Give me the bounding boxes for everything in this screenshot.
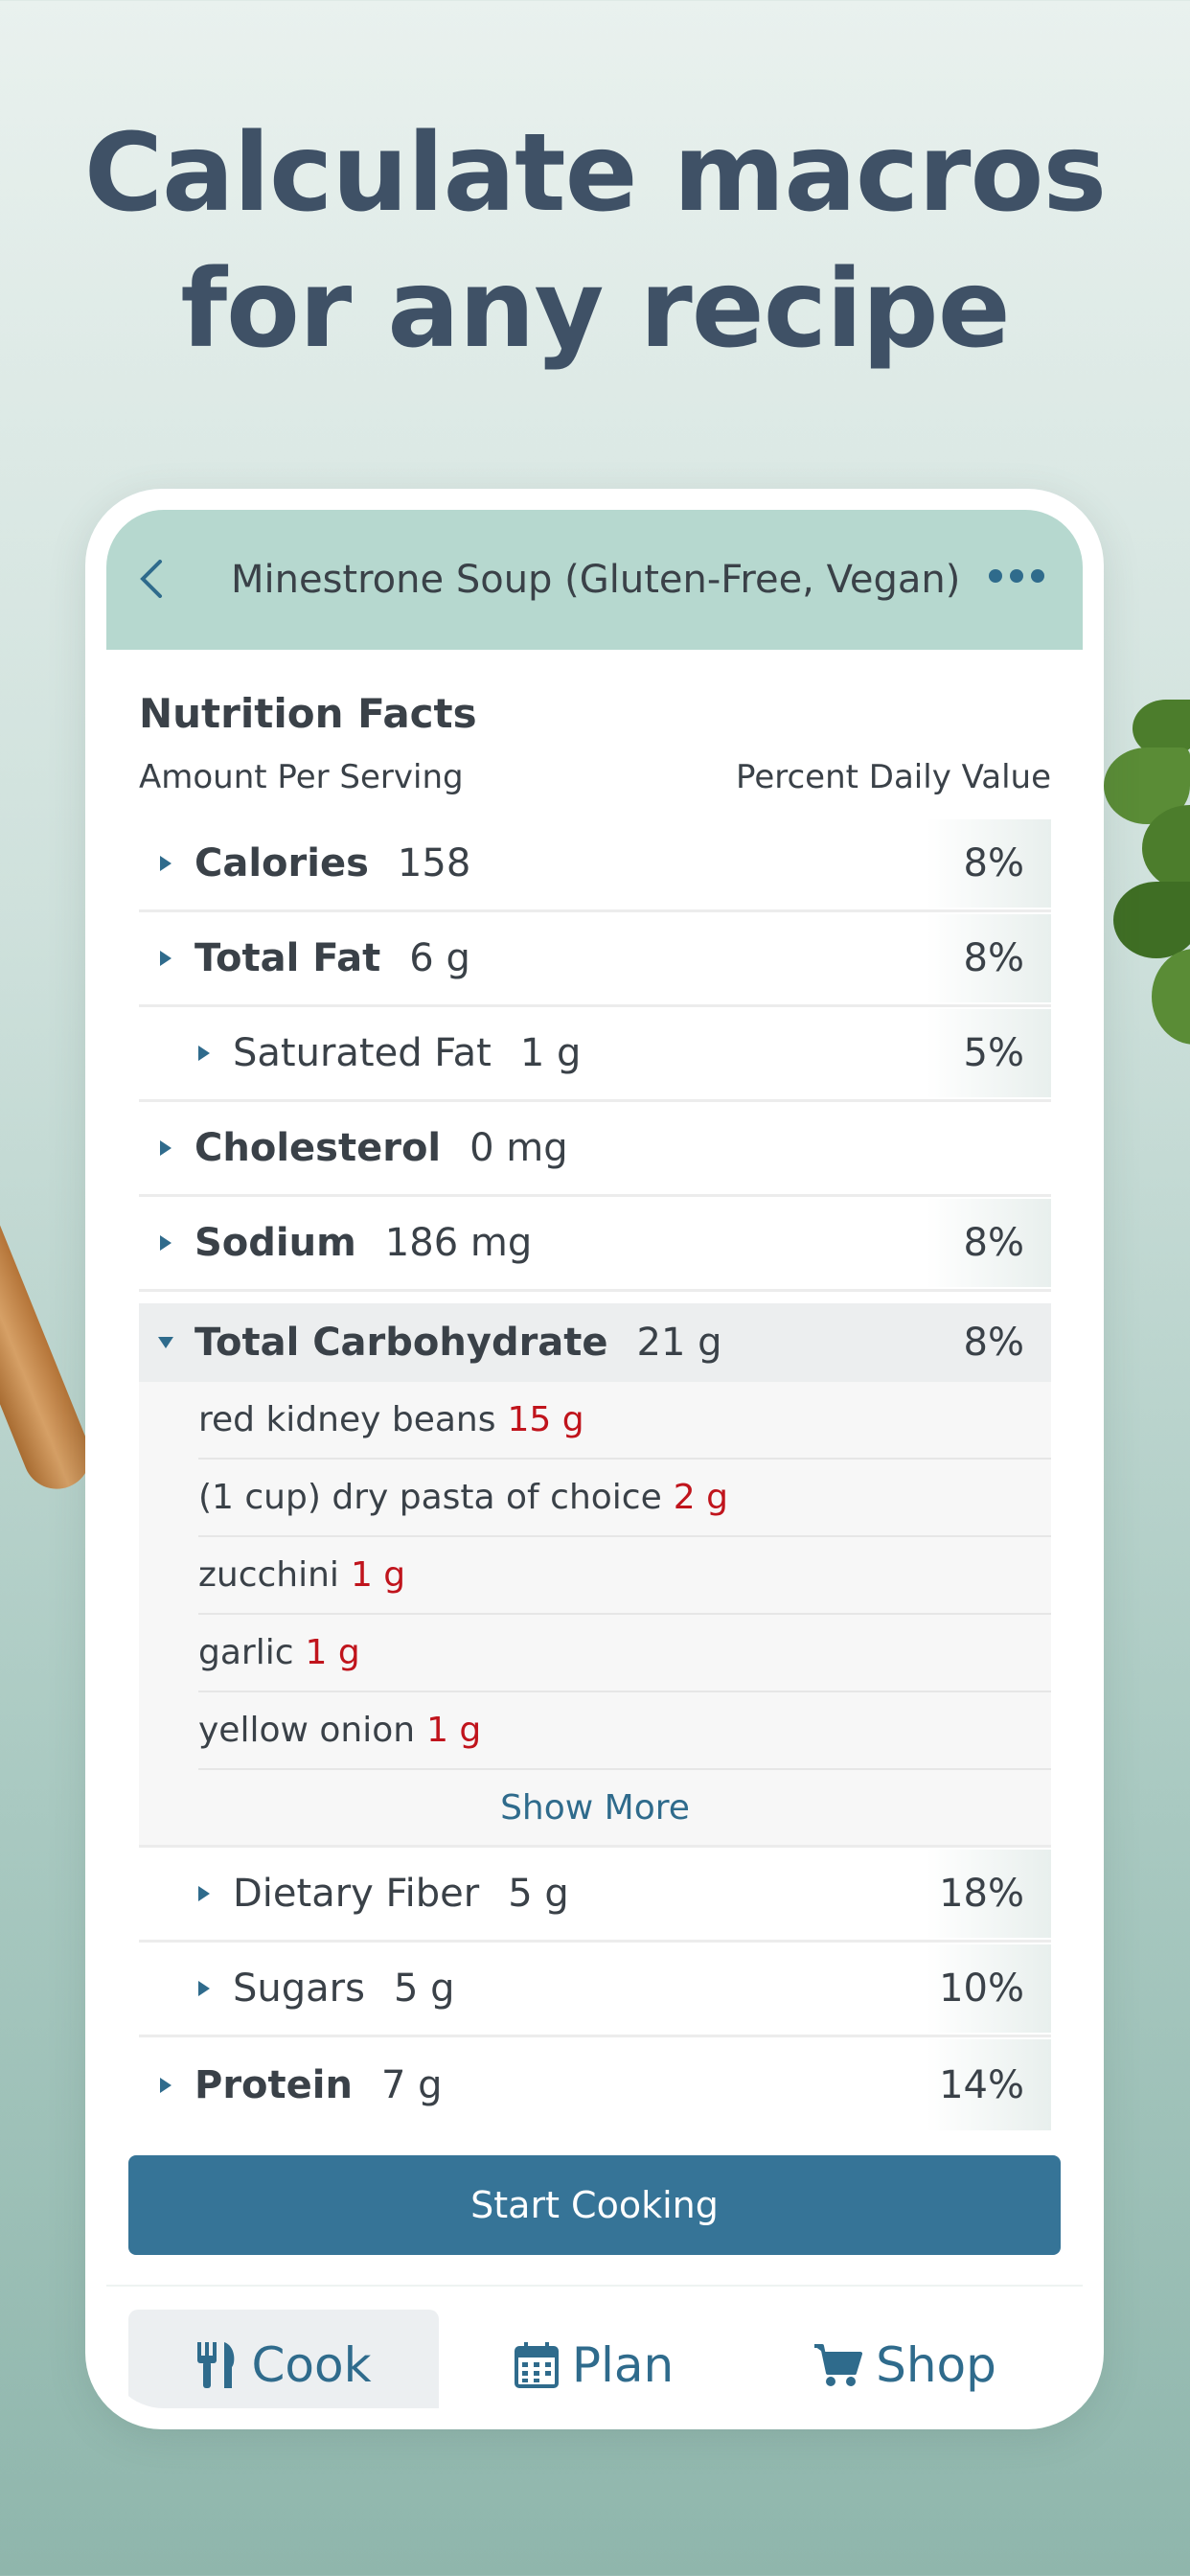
collapse-triangle-icon [158, 1337, 173, 1348]
recipe-title: Minestrone Soup (Gluten-Free, Vegan) [231, 558, 961, 602]
tab-label: Cook [251, 2337, 372, 2393]
ingredient-amount: 2 g [673, 1478, 728, 1517]
nutrient-percent: 10% [939, 1966, 1024, 2011]
nutrient-percent: 5% [963, 1031, 1024, 1075]
app-screen: Minestrone Soup (Gluten-Free, Vegan) Nut… [106, 510, 1083, 2408]
nutrient-row-total-fat[interactable]: Total Fat 6 g 8% [139, 912, 1051, 1007]
nutrient-percent: 8% [963, 936, 1024, 980]
nutrient-percent: 18% [939, 1872, 1024, 1916]
cart-icon [814, 2344, 863, 2386]
nutrient-row-total-carbohydrate[interactable]: Total Carbohydrate 21 g 8% [139, 1303, 1051, 1382]
nutrient-name: Sodium [195, 1221, 356, 1265]
calendar-icon [514, 2342, 559, 2388]
nutrition-subheader: Amount Per Serving Percent Daily Value [139, 758, 1051, 796]
ingredient-item: zucchini 1 g [198, 1537, 1051, 1615]
ingredient-name: yellow onion [198, 1711, 416, 1750]
nutrient-name: Cholesterol [195, 1126, 442, 1170]
ingredient-amount: 1 g [426, 1711, 482, 1750]
nutrition-facts: Nutrition Facts Amount Per Serving Perce… [139, 650, 1051, 2132]
tab-plan[interactable]: Plan [439, 2310, 749, 2408]
nutrient-row-sodium[interactable]: Sodium 186 mg 8% [139, 1197, 1051, 1292]
start-cooking-button[interactable]: Start Cooking [128, 2155, 1061, 2255]
carb-ingredient-list: red kidney beans 15 g (1 cup) dry pasta … [139, 1382, 1051, 1848]
headline-line-2: for any recipe [180, 247, 1010, 372]
nav-bar: Minestrone Soup (Gluten-Free, Vegan) [106, 510, 1083, 650]
ingredient-name: (1 cup) dry pasta of choice [198, 1478, 662, 1517]
ingredient-name: garlic [198, 1633, 294, 1672]
ingredient-item: yellow onion 1 g [198, 1692, 1051, 1770]
nutrient-row-protein[interactable]: Protein 7 g 14% [139, 2037, 1051, 2132]
nutrient-name: Protein [195, 2062, 353, 2107]
expand-triangle-icon [160, 856, 172, 871]
chevron-left-icon[interactable] [133, 560, 172, 598]
nutrient-percent: 8% [963, 841, 1024, 886]
ingredient-amount: 1 g [305, 1633, 360, 1672]
more-dots-icon[interactable] [989, 569, 1044, 583]
nutrient-value: 0 mg [469, 1126, 568, 1170]
expand-triangle-icon [160, 951, 172, 966]
expand-triangle-icon [160, 2077, 172, 2093]
nutrient-name: Dietary Fiber [233, 1872, 480, 1916]
headline: Calculate macros for any recipe [0, 105, 1190, 378]
nutrient-name: Total Carbohydrate [195, 1321, 608, 1365]
tab-bar: Cook Plan Shop [106, 2285, 1083, 2408]
nutrient-value: 6 g [409, 936, 470, 980]
nutrient-row-dietary-fiber[interactable]: Dietary Fiber 5 g 18% [139, 1848, 1051, 1943]
nutrient-value: 21 g [636, 1321, 722, 1365]
amount-per-serving-label: Amount Per Serving [139, 758, 464, 796]
nutrient-name: Sugars [233, 1966, 365, 2011]
ingredient-item: (1 cup) dry pasta of choice 2 g [198, 1460, 1051, 1537]
expand-triangle-icon [198, 1981, 210, 1996]
nutrition-rows: Calories 158 8% Total Fat 6 g 8% Saturat… [139, 817, 1051, 2132]
utensils-icon [197, 2342, 235, 2388]
tab-label: Shop [876, 2337, 996, 2393]
percent-daily-value-label: Percent Daily Value [736, 758, 1051, 796]
nutrient-value: 1 g [519, 1031, 582, 1075]
herb-decoration [1104, 700, 1190, 1064]
nutrient-value: 7 g [380, 2062, 443, 2107]
ingredient-amount: 1 g [350, 1555, 406, 1595]
ingredient-item: garlic 1 g [198, 1615, 1051, 1692]
tab-cook[interactable]: Cook [128, 2310, 439, 2408]
nutrient-row-cholesterol[interactable]: Cholesterol 0 mg [139, 1102, 1051, 1197]
nutrition-facts-title: Nutrition Facts [139, 690, 477, 737]
nutrient-name: Calories [195, 841, 369, 886]
nutrient-percent: 8% [963, 1321, 1024, 1365]
tab-label: Plan [571, 2337, 675, 2393]
expand-triangle-icon [198, 1046, 210, 1061]
nutrient-value: 158 [397, 841, 471, 886]
expand-triangle-icon [198, 1886, 210, 1901]
nutrient-value: 186 mg [384, 1221, 533, 1265]
headline-line-1: Calculate macros [83, 111, 1107, 236]
ingredient-name: zucchini [198, 1555, 339, 1595]
nutrient-name: Total Fat [195, 936, 381, 980]
ingredient-name: red kidney beans [198, 1400, 496, 1439]
nutrient-row-calories[interactable]: Calories 158 8% [139, 817, 1051, 912]
nutrient-value: 5 g [508, 1872, 569, 1916]
nutrient-row-sugars[interactable]: Sugars 5 g 10% [139, 1943, 1051, 2037]
tab-shop[interactable]: Shop [749, 2310, 1060, 2408]
show-more-link[interactable]: Show More [139, 1770, 1051, 1848]
nutrient-row-saturated-fat[interactable]: Saturated Fat 1 g 5% [139, 1007, 1051, 1102]
expand-triangle-icon [160, 1235, 172, 1251]
nutrient-value: 5 g [393, 1966, 455, 2011]
nutrient-percent: 14% [939, 2062, 1024, 2107]
nutrient-percent: 8% [963, 1221, 1024, 1265]
expand-triangle-icon [160, 1140, 172, 1156]
nutrient-name: Saturated Fat [233, 1031, 492, 1075]
phone-frame: Minestrone Soup (Gluten-Free, Vegan) Nut… [85, 489, 1104, 2429]
ingredient-amount: 15 g [507, 1400, 584, 1439]
ingredient-item: red kidney beans 15 g [198, 1382, 1051, 1460]
